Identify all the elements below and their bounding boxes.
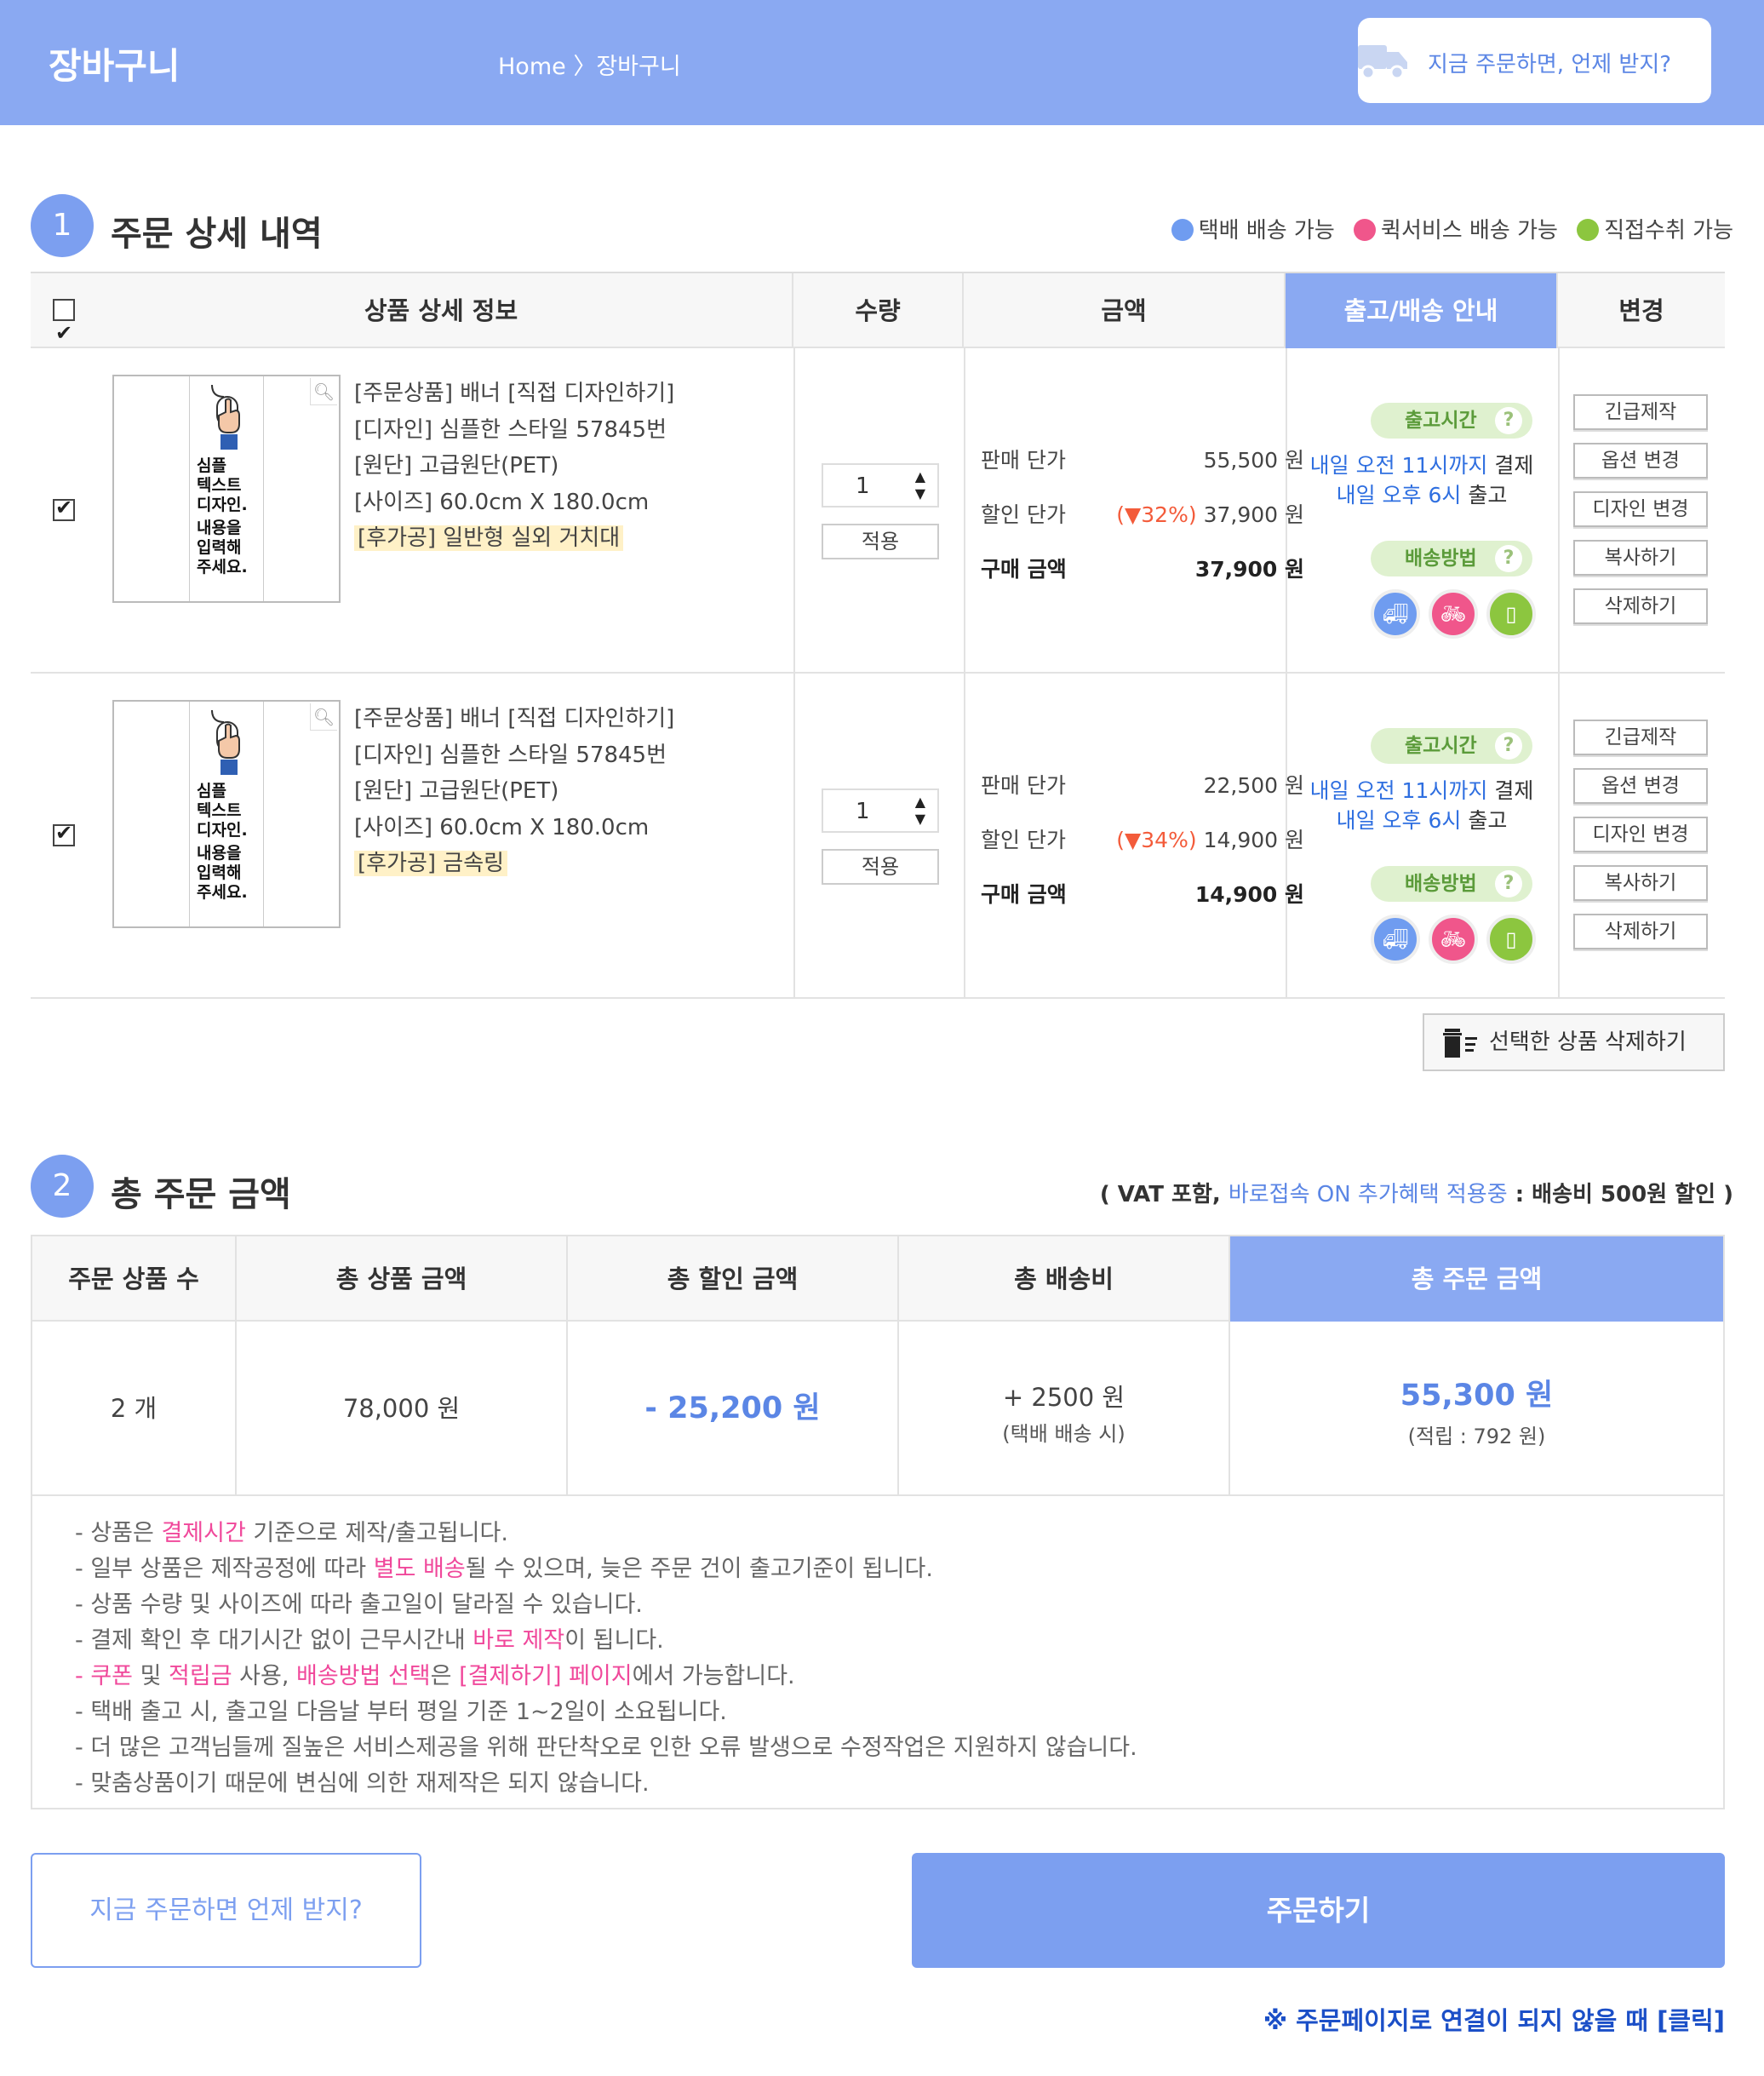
header-shipping-total: 총 배송비: [899, 1236, 1230, 1322]
apply-quantity-button[interactable]: 적용: [822, 849, 939, 885]
legend-parcel: 택배 배송 가능: [1198, 218, 1335, 244]
stepper-arrows-icon[interactable]: ▲ ▼: [915, 794, 925, 828]
shipping-info: 출고시간 ? 내일 오전 11시까지 결제 내일 오후 6시 출고 배송방법 ?…: [1286, 674, 1558, 999]
ship-method-badge[interactable]: 배송방법 ?: [1371, 866, 1532, 902]
banner-preview: 심플 텍스트 디자인. 내용을 입력해 주세요.: [189, 376, 264, 601]
parcel-truck-icon: 🚚︎: [1371, 915, 1420, 964]
copy-item-button[interactable]: 복사하기: [1573, 865, 1708, 901]
grand-total: 55,300 원 (적립 : 792 원): [1400, 1379, 1554, 1448]
ship-schedule: 내일 오전 11시까지 결제 내일 오후 6시 출고: [1309, 778, 1534, 833]
header-shipping: 출고/배송 안내: [1286, 273, 1558, 348]
mouse-pointer-icon: [211, 384, 240, 450]
pickup-phone-icon: ▯: [1486, 589, 1536, 639]
product-total: 78,000 원: [237, 1322, 568, 1496]
header-change: 변경: [1618, 296, 1664, 325]
delete-item-button[interactable]: 삭제하기: [1573, 588, 1708, 624]
banner-preview: 심플 텍스트 디자인. 내용을 입력해 주세요.: [189, 702, 264, 926]
ship-schedule: 내일 오전 11시까지 결제 내일 오후 6시 출고: [1309, 453, 1534, 508]
pickup-dot-icon: [1577, 219, 1600, 241]
order-page-fallback-link[interactable]: ※ 주문페이지로 연결이 되지 않을 때 [클릭]: [1263, 2001, 1725, 2037]
discount-total: - 25,200 원: [568, 1322, 899, 1496]
legend-pickup: 직접수취 가능: [1604, 218, 1733, 244]
delete-item-button[interactable]: 삭제하기: [1573, 914, 1708, 949]
item-count: 2 개: [32, 1322, 237, 1496]
pickup-phone-icon: ▯: [1486, 915, 1536, 964]
legend-quick: 퀵서비스 배송 가능: [1381, 218, 1558, 244]
shipping-info: 출고시간 ? 내일 오전 11시까지 결제 내일 오후 6시 출고 배송방법 ?…: [1286, 348, 1558, 674]
urgent-production-button[interactable]: 긴급제작: [1573, 394, 1708, 430]
urgent-production-button[interactable]: 긴급제작: [1573, 720, 1708, 755]
ship-method-badge[interactable]: 배송방법 ?: [1371, 541, 1532, 576]
trash-icon: [1443, 1029, 1477, 1058]
quick-bike-icon: 🚲︎: [1429, 915, 1478, 964]
item-checkbox[interactable]: [53, 821, 75, 846]
order-total-values: 2 개 78,000 원 - 25,200 원 + 2500 원 (택배 배송 …: [32, 1322, 1723, 1496]
vat-note: ( VAT 포함, 바로접속 ON 추가혜택 적용중 : 배송비 500원 할인…: [1099, 1182, 1733, 1207]
parcel-dot-icon: [1171, 219, 1194, 241]
page-title: 장바구니: [49, 45, 180, 87]
item-checkbox[interactable]: [53, 496, 75, 521]
order-table-header: 상품 상세 정보 수량 금액 출고/배송 안내 변경: [31, 273, 1725, 370]
breadcrumb[interactable]: Home 〉장바구니: [498, 48, 681, 81]
truck-icon: [1358, 45, 1407, 80]
change-option-button[interactable]: 옵션 변경: [1573, 768, 1708, 804]
mouse-pointer-icon: [211, 709, 240, 775]
order-table: 상품 상세 정보 수량 금액 출고/배송 안내 변경 심플 텍스트: [31, 272, 1725, 999]
post-processing-label: [후가공] 금속링: [354, 851, 508, 876]
delivery-estimate-button[interactable]: 지금 주문하면, 언제 받지?: [1358, 18, 1711, 103]
parcel-truck-icon: 🚚︎: [1371, 589, 1420, 639]
top-header: 장바구니 Home 〉장바구니 지금 주문하면, 언제 받지?: [0, 0, 1764, 125]
product-thumbnail[interactable]: 심플 텍스트 디자인. 내용을 입력해 주세요. 🔍︎: [112, 700, 341, 928]
header-grand-total: 총 주문 금액: [1230, 1236, 1723, 1322]
product-info: [주문상품] 배너 [직접 디자인하기] [디자인] 심플한 스타일 57845…: [354, 706, 675, 876]
header-amount: 금액: [964, 273, 1286, 348]
post-processing-label: [후가공] 일반형 실외 거치대: [354, 525, 624, 551]
ship-time-badge[interactable]: 출고시간 ?: [1371, 403, 1532, 439]
delivery-estimate-bottom-button[interactable]: 지금 주문하면 언제 받지?: [31, 1853, 421, 1968]
section-title: 총 주문 금액: [111, 1175, 291, 1214]
delivery-estimate-label: 지금 주문하면, 언제 받지?: [1428, 52, 1672, 77]
header-item-count: 주문 상품 수: [32, 1236, 237, 1322]
section-number: 2: [31, 1155, 94, 1218]
header-product-total: 총 상품 금액: [237, 1236, 568, 1322]
zoom-icon[interactable]: 🔍︎: [310, 703, 337, 731]
copy-item-button[interactable]: 복사하기: [1573, 540, 1708, 576]
stepper-arrows-icon[interactable]: ▲ ▼: [915, 468, 925, 502]
place-order-button[interactable]: 주문하기: [912, 1853, 1725, 1968]
header-qty: 수량: [793, 273, 964, 348]
header-info: 상품 상세 정보: [31, 273, 793, 370]
delete-selected-button[interactable]: 선택한 상품 삭제하기: [1423, 1013, 1725, 1071]
ship-time-badge[interactable]: 출고시간 ?: [1371, 728, 1532, 764]
quick-bike-icon: 🚲︎: [1429, 589, 1478, 639]
quick-dot-icon: [1354, 219, 1377, 241]
quantity-stepper[interactable]: 1 ▲ ▼: [822, 463, 939, 508]
delivery-legend: 택배 배송 가능 퀵서비스 배송 가능 직접수취 가능: [1160, 213, 1733, 244]
section-number: 1: [31, 194, 94, 257]
change-design-button[interactable]: 디자인 변경: [1573, 491, 1708, 527]
order-notes: - 상품은 결제시간 기준으로 제작/출고됩니다. - 일부 상품은 제작공정에…: [75, 1520, 1137, 1797]
help-icon[interactable]: ?: [1495, 870, 1522, 897]
change-design-button[interactable]: 디자인 변경: [1573, 817, 1708, 852]
apply-quantity-button[interactable]: 적용: [822, 524, 939, 559]
help-icon[interactable]: ?: [1495, 545, 1522, 572]
help-icon[interactable]: ?: [1495, 732, 1522, 760]
section-order-total-header: 2 총 주문 금액 ( VAT 포함, 바로접속 ON 추가혜택 적용중 : 배…: [31, 1155, 1733, 1218]
header-discount-total: 총 할인 금액: [568, 1236, 899, 1322]
order-total-header: 주문 상품 수 총 상품 금액 총 할인 금액 총 배송비 총 주문 금액: [32, 1236, 1723, 1322]
product-info: [주문상품] 배너 [직접 디자인하기] [디자인] 심플한 스타일 57845…: [354, 381, 675, 551]
section-order-details-header: 1 주문 상세 내역 택배 배송 가능 퀵서비스 배송 가능 직접수취 가능: [31, 194, 1733, 257]
product-thumbnail[interactable]: 심플 텍스트 디자인. 내용을 입력해 주세요. 🔍︎: [112, 375, 341, 603]
section-title: 주문 상세 내역: [111, 215, 323, 254]
cart-item-row: 심플 텍스트 디자인. 내용을 입력해 주세요. 🔍︎ [주문상품] 배너 [직…: [31, 348, 1725, 674]
quantity-stepper[interactable]: 1 ▲ ▼: [822, 789, 939, 833]
select-all-checkbox[interactable]: [53, 295, 75, 370]
change-option-button[interactable]: 옵션 변경: [1573, 443, 1708, 479]
help-icon[interactable]: ?: [1495, 407, 1522, 434]
order-total-table: 주문 상품 수 총 상품 금액 총 할인 금액 총 배송비 총 주문 금액 2 …: [31, 1235, 1725, 1809]
shipping-total: + 2500 원 (택배 배송 시): [899, 1322, 1230, 1496]
cart-item-row: 심플 텍스트 디자인. 내용을 입력해 주세요. 🔍︎ [주문상품] 배너 [직…: [31, 674, 1725, 999]
zoom-icon[interactable]: 🔍︎: [310, 378, 337, 405]
